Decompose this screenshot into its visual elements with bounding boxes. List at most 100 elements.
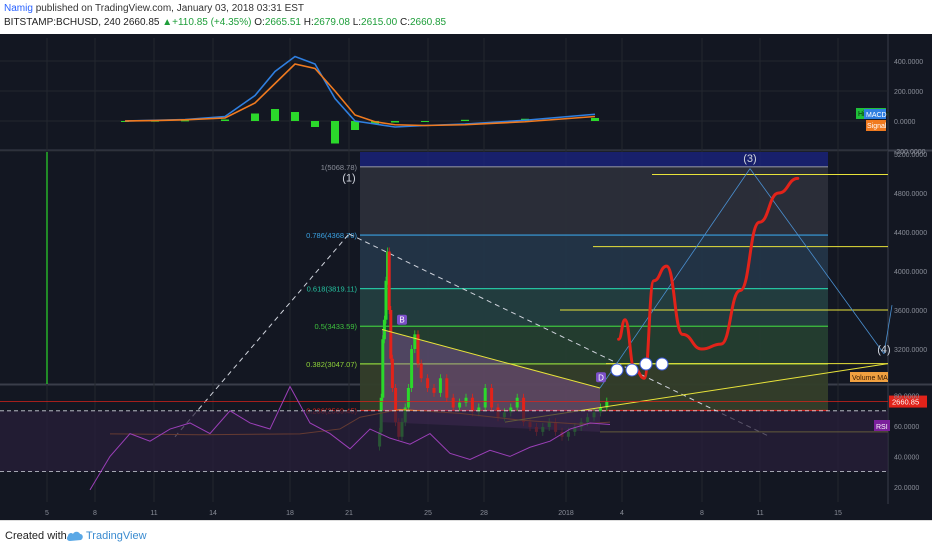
wave-label-4: (4) bbox=[877, 344, 890, 356]
x-tick-label: 14 bbox=[209, 510, 217, 517]
publish-info: Namig published on TradingView.com, Janu… bbox=[4, 3, 304, 14]
x-tick-label: 2018 bbox=[558, 510, 574, 517]
price-candle bbox=[419, 363, 423, 379]
price-candle bbox=[470, 397, 474, 413]
high-value: 2679.08 bbox=[313, 17, 350, 28]
price-tick-label: 3600.0000 bbox=[894, 308, 927, 315]
chart-header: Namig published on TradingView.com, Janu… bbox=[0, 0, 932, 34]
low-value: 2615.00 bbox=[361, 17, 398, 28]
x-tick-label: 8 bbox=[93, 510, 97, 517]
author-link[interactable]: Namig bbox=[4, 3, 33, 14]
price-candle bbox=[389, 310, 393, 359]
macd-histogram-bar bbox=[591, 118, 599, 121]
macd-histogram-bar bbox=[271, 109, 279, 121]
macd-histogram-bar bbox=[311, 121, 319, 127]
low-label: L: bbox=[352, 17, 362, 28]
macd-histogram-bar bbox=[391, 121, 399, 123]
rsi-tick-label: 60.0000 bbox=[894, 424, 919, 431]
macd-histogram-bar bbox=[331, 121, 339, 144]
price-tick-label: 5200.0000 bbox=[894, 152, 927, 159]
symbol-info: BITSTAMP:BCHUSD, 240 2660.85 ▲+110.85 (+… bbox=[4, 17, 446, 28]
close-value: 2660.85 bbox=[409, 17, 447, 28]
open-label: O: bbox=[254, 17, 265, 28]
fib-label: 1(5068.78) bbox=[321, 163, 358, 172]
x-tick-label: 28 bbox=[480, 510, 488, 517]
price-tick-label: 4400.0000 bbox=[894, 230, 927, 237]
fib-label: 0.382(3047.07) bbox=[306, 360, 357, 369]
macd-tick-label: 0.0000 bbox=[894, 119, 916, 126]
price-candle bbox=[438, 378, 442, 393]
rsi-legend-label: RSI bbox=[876, 424, 888, 431]
price-candle bbox=[490, 388, 494, 408]
x-tick-label: 18 bbox=[286, 510, 294, 517]
price-candle bbox=[445, 378, 449, 398]
price-candle bbox=[406, 388, 410, 408]
x-tick-label: 15 bbox=[834, 510, 842, 517]
price-candle bbox=[432, 388, 436, 393]
created-with-label: Created with bbox=[5, 530, 67, 542]
tradingview-brand[interactable]: TradingView bbox=[86, 530, 147, 542]
price-candle bbox=[390, 358, 394, 388]
fib-band bbox=[360, 235, 828, 289]
price-candle bbox=[381, 339, 385, 398]
price-tick-label: 4000.0000 bbox=[894, 269, 927, 276]
change-arrow-icon: ▲ bbox=[162, 17, 173, 28]
x-tick-label: 8 bbox=[700, 510, 704, 517]
event-bubble bbox=[639, 357, 653, 371]
rsi-band bbox=[0, 410, 888, 472]
price-candle bbox=[515, 397, 519, 408]
price-change: +110.85 (+4.35%) bbox=[172, 17, 252, 28]
close-label: C: bbox=[399, 17, 410, 28]
tradingview-cloud-icon bbox=[66, 531, 83, 541]
price-candle bbox=[410, 349, 414, 388]
chart-svg: 400.0000200.00000.0000-200.0000Histogram… bbox=[0, 34, 932, 520]
price-candle bbox=[384, 280, 388, 320]
footer: Created with TradingView bbox=[0, 520, 932, 551]
price-candle bbox=[426, 378, 430, 388]
price-candle bbox=[458, 402, 462, 408]
price-candle bbox=[451, 397, 455, 408]
x-tick-label: 5 bbox=[45, 510, 49, 517]
published-text: published on TradingView.com, January 03… bbox=[35, 3, 305, 14]
wave-label-3: (3) bbox=[743, 153, 756, 165]
x-tick-label: 11 bbox=[756, 510, 763, 517]
event-bubble bbox=[625, 363, 639, 377]
legend-signal-label: Signal bbox=[867, 123, 887, 130]
event-bubble bbox=[610, 363, 624, 377]
price-candle bbox=[483, 388, 487, 408]
wave-label-1: (1) bbox=[342, 173, 355, 185]
rsi-tick-label: 20.0000 bbox=[894, 485, 919, 492]
chart-canvas[interactable]: 400.0000200.00000.0000-200.0000Histogram… bbox=[0, 34, 932, 520]
fib-label: 0.618(3819.11) bbox=[307, 285, 358, 294]
fib-label: 0.5(3433.59) bbox=[314, 322, 357, 331]
macd-histogram-bar bbox=[291, 112, 299, 121]
rsi-tick-label: 80.0000 bbox=[894, 394, 919, 401]
macd-tick-label: 400.0000 bbox=[894, 59, 923, 66]
fib-band bbox=[360, 288, 828, 327]
fib-label: 0.786(4368.70) bbox=[306, 231, 357, 240]
macd-histogram-bar bbox=[251, 113, 259, 121]
price-candle bbox=[387, 251, 391, 310]
price-tick-label: 3200.0000 bbox=[894, 347, 927, 354]
x-tick-label: 25 bbox=[424, 510, 432, 517]
fib-zone-top bbox=[360, 152, 828, 167]
macd-histogram-bar bbox=[421, 121, 429, 122]
last-price: 2660.85 bbox=[123, 17, 160, 28]
price-tick-label: 4800.0000 bbox=[894, 191, 927, 198]
legend-macd-label: MACD bbox=[866, 112, 887, 119]
x-tick-label: 4 bbox=[620, 510, 624, 517]
price-candle bbox=[413, 334, 417, 349]
macd-histogram-bar bbox=[221, 119, 229, 121]
macd-histogram-bar bbox=[461, 119, 469, 121]
high-label: H: bbox=[303, 17, 314, 28]
x-tick-label: 11 bbox=[150, 510, 157, 517]
rsi-tick-label: 40.0000 bbox=[894, 454, 919, 461]
symbol-label: BITSTAMP:BCHUSD, 240 bbox=[4, 17, 121, 28]
marker-d-label: D bbox=[598, 373, 604, 382]
macd-tick-label: 200.0000 bbox=[894, 89, 923, 96]
x-tick-label: 21 bbox=[345, 510, 353, 517]
macd-histogram-bar bbox=[351, 121, 359, 130]
marker-b-label: B bbox=[399, 316, 404, 325]
event-bubble bbox=[655, 357, 669, 371]
volume-ma-label: Volume MA bbox=[852, 375, 888, 382]
